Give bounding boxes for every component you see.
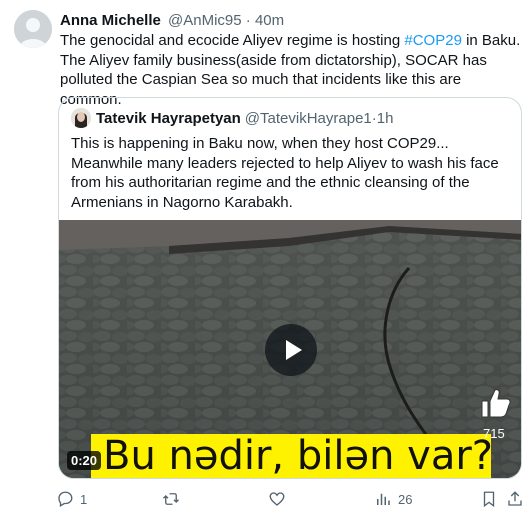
retweet-icon [163,493,179,505]
hashtag-link[interactable]: #COP29 [404,32,462,49]
quoted-author-avatar[interactable] [71,108,91,128]
quoted-tweet-text: This is happening in Baku now, when they… [71,135,499,211]
heart-icon [269,492,285,506]
author-name[interactable]: Anna Michelle [60,12,161,29]
bookmark-button[interactable] [480,490,498,508]
video-duration: 0:20 [67,451,102,470]
bookmark-icon [483,491,495,508]
quoted-author-handle[interactable]: @TatevikHayrape1 [245,110,372,127]
video-like-count: 715 [483,426,505,441]
thumbs-up-icon [481,389,511,418]
share-icon [508,491,522,506]
video-caption: Bu nədir, bilən var? [103,433,493,479]
retweet-button[interactable] [162,490,186,508]
view-count: 26 [398,491,413,507]
reply-count: 1 [80,491,88,507]
reply-icon [58,491,73,507]
quoted-tweet[interactable]: Tatevik Hayrapetyan @TatevikHayrape1 · 1… [58,97,522,479]
tweet-timestamp[interactable]: 40m [255,12,284,29]
views-button[interactable]: 26 [374,490,412,508]
reply-button[interactable]: 1 [56,490,87,508]
tweet-header: Anna Michelle @AnMic95 · 40m [60,12,284,29]
like-button[interactable] [268,490,292,508]
tweet-actions: 1 26 [56,490,522,512]
quoted-author-name[interactable]: Tatevik Hayrapetyan [96,110,241,127]
author-handle[interactable]: @AnMic95 [168,12,242,29]
share-button[interactable] [506,490,524,508]
quoted-timestamp[interactable]: 1h [377,110,394,127]
author-avatar[interactable] [14,10,52,48]
video-player[interactable]: Bu nədir, bilən var? 715 0:20 [59,220,521,479]
header-separator: · [245,12,251,29]
play-button[interactable] [265,324,317,376]
tweet-text-before: The genocidal and ecocide Aliyev regime … [60,32,405,49]
quoted-tweet-header: Tatevik Hayrapetyan @TatevikHayrape1 · 1… [71,108,393,128]
views-icon [377,493,390,505]
